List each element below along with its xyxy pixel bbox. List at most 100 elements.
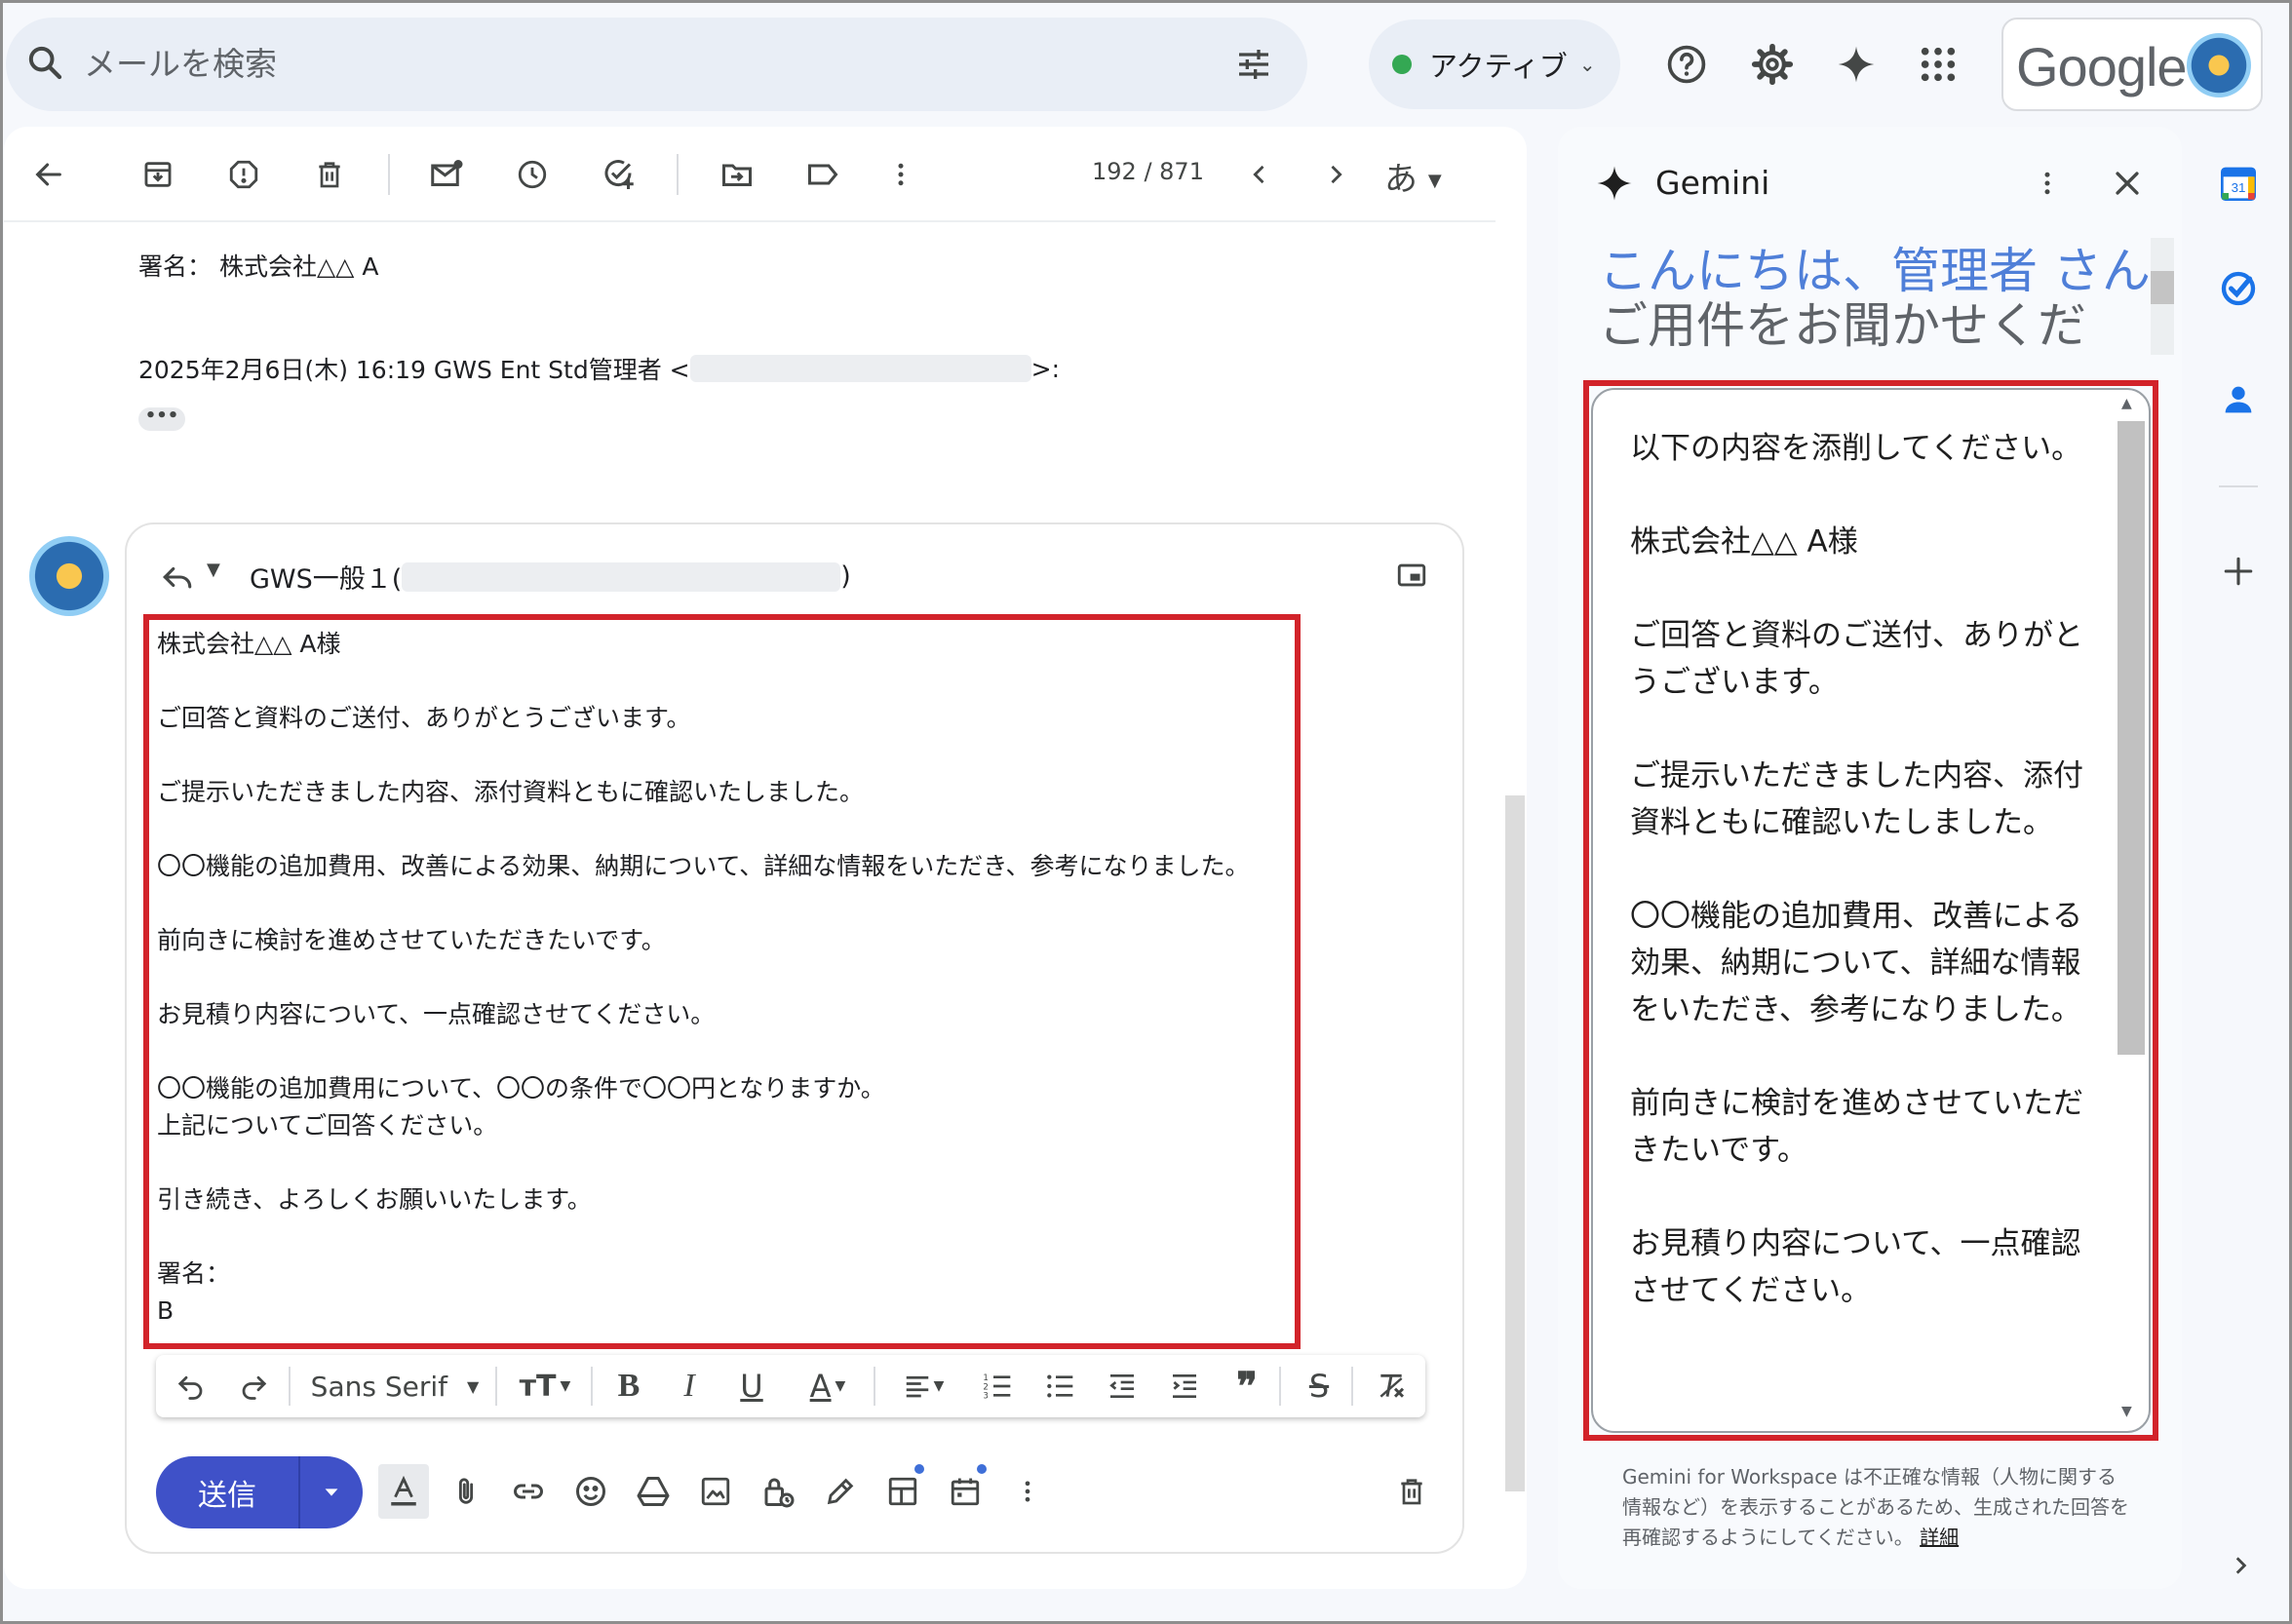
- chevron-right-icon[interactable]: [1310, 149, 1361, 200]
- send-button[interactable]: 送信: [156, 1456, 363, 1528]
- prompt-scroll-thumb[interactable]: [2117, 421, 2145, 1055]
- chevron-left-icon[interactable]: [1234, 149, 1285, 200]
- scroll-up-arrow-icon[interactable]: ▲: [2121, 396, 2132, 411]
- undo-icon[interactable]: [168, 1363, 214, 1410]
- greeting-line-1: こんにちは、管理者 さん: [1599, 243, 2151, 299]
- gear-icon[interactable]: [1745, 37, 1800, 92]
- recipient-prefix: GWS一般１(: [250, 564, 403, 595]
- move-to-icon[interactable]: [712, 149, 762, 200]
- formatting-options-icon[interactable]: [378, 1464, 429, 1519]
- strikethrough-icon[interactable]: S: [1295, 1363, 1343, 1410]
- gemini-spark-icon: [1589, 158, 1640, 209]
- report-spam-icon[interactable]: [218, 149, 269, 200]
- calendar-icon[interactable]: 31: [2211, 156, 2266, 211]
- delete-icon[interactable]: [304, 149, 355, 200]
- calendar-day-label: 31: [2232, 180, 2246, 195]
- more-vert-icon[interactable]: [2024, 158, 2071, 209]
- bold-icon[interactable]: B: [606, 1363, 651, 1410]
- reply-icon[interactable]: [154, 554, 201, 600]
- add-task-icon[interactable]: [593, 149, 643, 200]
- details-link[interactable]: 詳細: [1920, 1526, 1959, 1549]
- apps-grid-icon[interactable]: [1911, 37, 1965, 92]
- schedule-event-icon[interactable]: [940, 1464, 991, 1519]
- label-icon[interactable]: [797, 149, 848, 200]
- mark-unread-icon[interactable]: [421, 149, 472, 200]
- page-counter: 192 / 871: [1092, 158, 1204, 185]
- compose-body[interactable]: 株式会社△△ A様 ご回答と資料のご送付、ありがとうございます。 ご提示いただき…: [157, 626, 1298, 1330]
- redacted-email: [689, 355, 1031, 382]
- send-options-icon[interactable]: [300, 1482, 363, 1503]
- popout-icon[interactable]: [1388, 552, 1435, 599]
- emoji-icon[interactable]: [565, 1464, 616, 1519]
- sidebar-divider: [2219, 485, 2258, 487]
- font-family-label: Sans Serif: [310, 1370, 447, 1403]
- redo-icon[interactable]: [230, 1363, 277, 1410]
- quote-icon[interactable]: ❞: [1223, 1363, 1271, 1410]
- tasks-icon[interactable]: [2211, 261, 2266, 316]
- insert-photo-icon[interactable]: [690, 1464, 741, 1519]
- search-options-icon[interactable]: [1230, 41, 1277, 88]
- svg-text:3: 3: [983, 1392, 989, 1402]
- back-arrow-icon[interactable]: [23, 149, 74, 200]
- contacts-icon[interactable]: [2211, 372, 2266, 427]
- recipient-suffix: ): [840, 561, 851, 592]
- attach-icon[interactable]: [441, 1464, 491, 1519]
- disclaimer-text: Gemini for Workspace は不正確な情報（人物に関する情報など）…: [1622, 1465, 2129, 1549]
- status-selector[interactable]: アクティブ ⌄: [1369, 19, 1620, 109]
- chevron-right-icon[interactable]: [2217, 1542, 2264, 1589]
- indent-more-icon[interactable]: [1160, 1363, 1209, 1410]
- format-divider: [1279, 1367, 1281, 1406]
- numbered-list-icon[interactable]: 123: [973, 1363, 1022, 1410]
- gemini-title: Gemini: [1655, 164, 1770, 202]
- signature-pen-icon[interactable]: [815, 1464, 866, 1519]
- layouts-icon[interactable]: [877, 1464, 928, 1519]
- more-options-icon[interactable]: [1002, 1464, 1053, 1519]
- greeting-scroll-thumb[interactable]: [2151, 271, 2174, 304]
- quoted-header: 2025年2月6日(木) 16:19 GWS Ent Std管理者 < >:: [138, 351, 1060, 386]
- more-vert-icon[interactable]: [875, 149, 926, 200]
- help-icon[interactable]: [1659, 37, 1714, 92]
- account-avatar[interactable]: [2187, 33, 2251, 97]
- caret-down-icon: ▼: [467, 1376, 480, 1396]
- status-label: アクティブ: [1429, 50, 1568, 83]
- recipient-field[interactable]: GWS一般１( ): [250, 558, 851, 596]
- font-size-icon[interactable]: тT ▼: [509, 1363, 581, 1410]
- search-input[interactable]: [84, 29, 1156, 97]
- quoted-header-prefix: 2025年2月6日(木) 16:19 GWS Ent Std管理者 <: [138, 356, 690, 384]
- confidential-mode-icon[interactable]: [753, 1464, 803, 1519]
- drive-icon[interactable]: [628, 1464, 679, 1519]
- format-divider: [874, 1367, 875, 1406]
- discard-draft-icon[interactable]: [1386, 1464, 1437, 1519]
- font-family-selector[interactable]: Sans Serif ▼: [302, 1363, 487, 1410]
- remove-formatting-icon[interactable]: [1367, 1363, 1416, 1410]
- align-icon[interactable]: ▼: [889, 1363, 957, 1410]
- italic-icon[interactable]: I: [667, 1363, 712, 1410]
- snooze-icon[interactable]: [507, 149, 558, 200]
- sender-avatar: [29, 536, 109, 616]
- notification-dot: [977, 1464, 987, 1474]
- archive-icon[interactable]: [133, 149, 183, 200]
- close-icon[interactable]: [2102, 158, 2153, 209]
- show-trimmed-content-button[interactable]: •••: [138, 407, 185, 431]
- add-addon-icon[interactable]: [2211, 544, 2266, 599]
- status-dot: [1392, 55, 1412, 74]
- indent-less-icon[interactable]: [1098, 1363, 1146, 1410]
- reply-type-caret-icon[interactable]: ▼: [207, 560, 220, 580]
- google-logo: Google: [2016, 36, 2188, 97]
- toolbar-divider: [388, 154, 390, 195]
- gemini-spark-icon[interactable]: [1829, 37, 1884, 92]
- bulleted-list-icon[interactable]: [1035, 1363, 1084, 1410]
- mail-scrollbar[interactable]: [1505, 795, 1525, 1491]
- scroll-down-arrow-icon[interactable]: ▼: [2121, 1404, 2132, 1419]
- quoted-header-suffix: >:: [1030, 354, 1060, 383]
- underline-icon[interactable]: U: [729, 1363, 774, 1410]
- toolbar-divider: [677, 154, 679, 195]
- search-icon[interactable]: [21, 39, 68, 86]
- redacted-recipient-email: [402, 561, 841, 592]
- insert-link-icon[interactable]: [503, 1464, 554, 1519]
- text-color-icon[interactable]: A ▼: [792, 1363, 864, 1410]
- input-tools-selector[interactable]: あ ▼: [1384, 152, 1442, 200]
- gemini-prompt-text[interactable]: 以下の内容を添削してください。 株式会社△△ A様 ご回答と資料のご送付、ありが…: [1630, 425, 2088, 1429]
- format-divider: [1351, 1367, 1353, 1406]
- greeting-line-2: ご用件をお聞かせくだ: [1599, 297, 2086, 354]
